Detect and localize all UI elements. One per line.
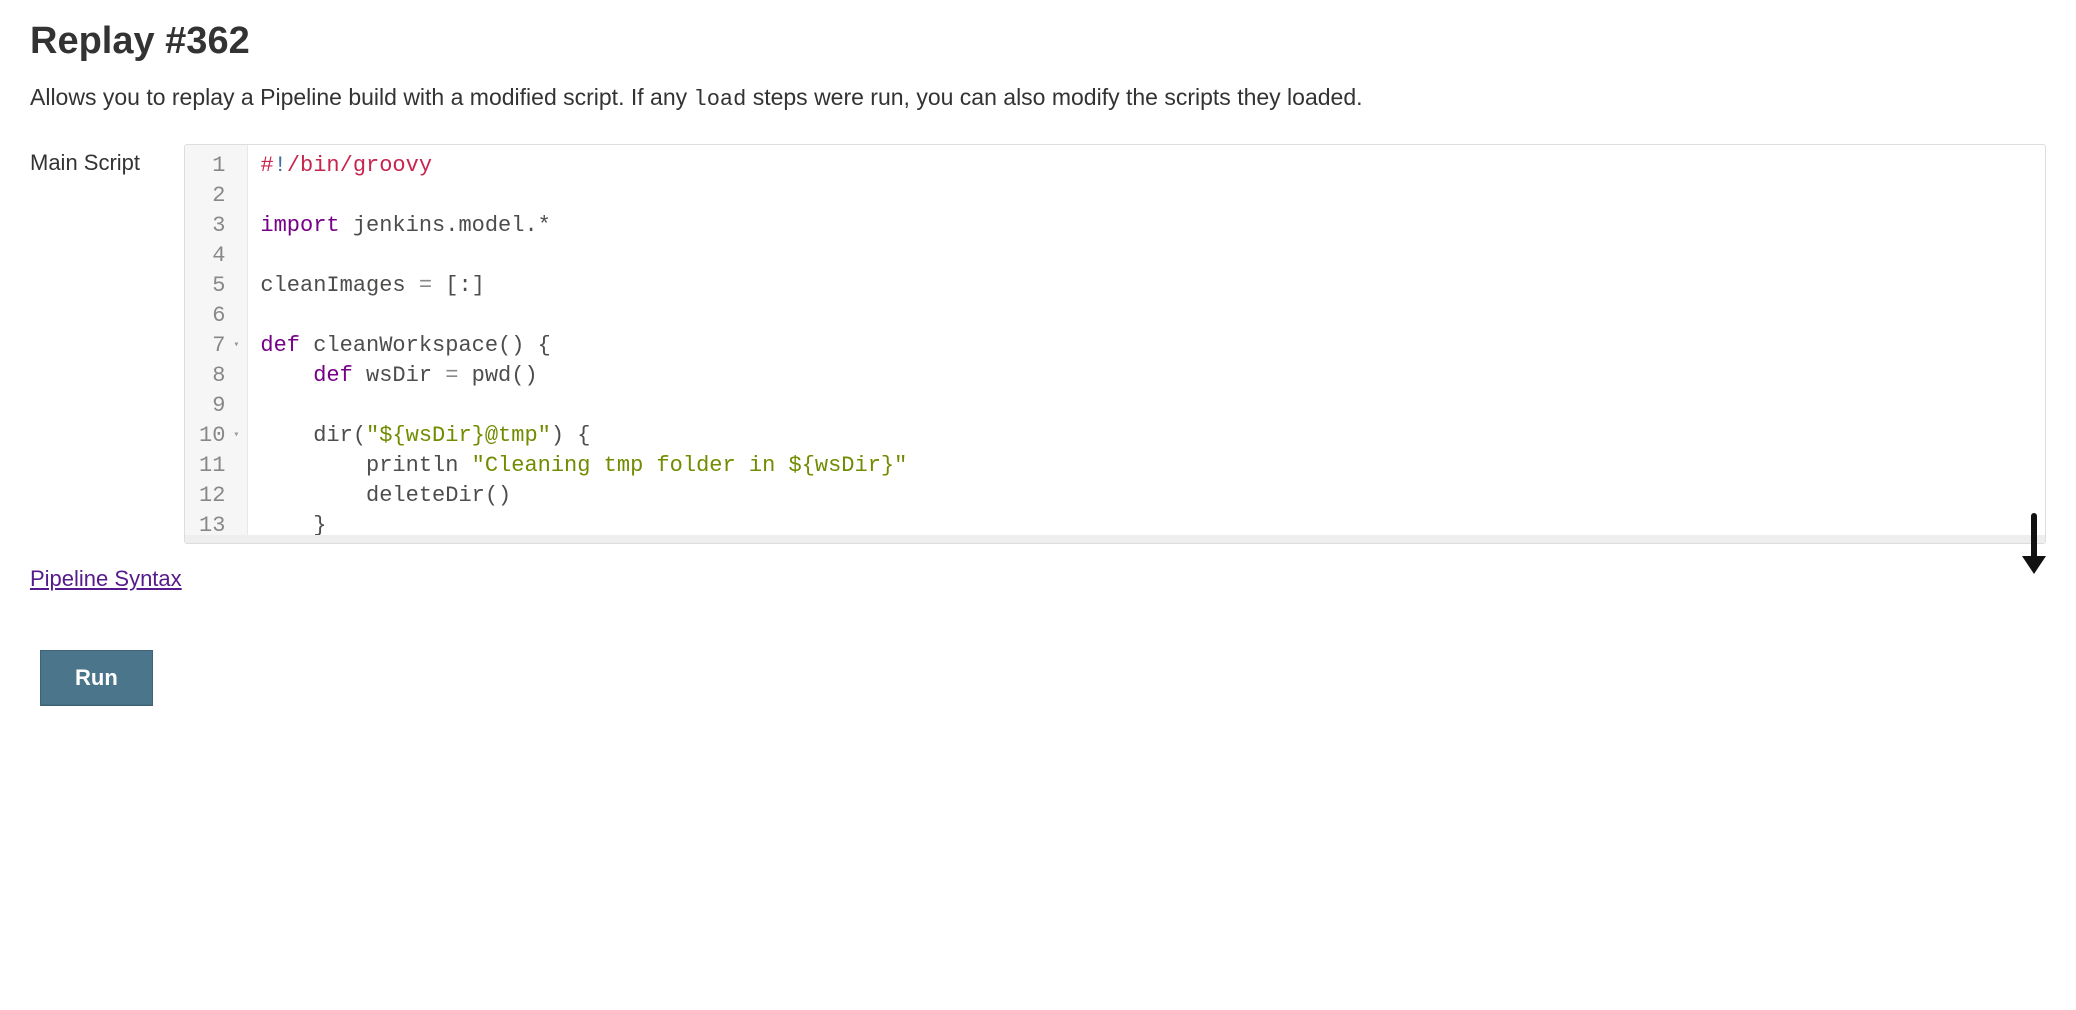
editor-scrollbar-track[interactable] bbox=[185, 535, 2045, 543]
fold-toggle-icon[interactable]: ▾ bbox=[229, 339, 239, 353]
code-line[interactable]: cleanImages = [:] bbox=[260, 271, 2033, 301]
main-script-row: Main Script 1234567▾8910▾111213 #!/bin/g… bbox=[30, 144, 2046, 544]
editor-gutter: 1234567▾8910▾111213 bbox=[185, 145, 248, 543]
line-number: 3 bbox=[199, 211, 239, 241]
run-button[interactable]: Run bbox=[40, 650, 153, 706]
code-line[interactable]: deleteDir() bbox=[260, 481, 2033, 511]
code-line[interactable]: dir("${wsDir}@tmp") { bbox=[260, 421, 2033, 451]
pipeline-syntax-link[interactable]: Pipeline Syntax bbox=[30, 566, 182, 591]
code-line[interactable]: def cleanWorkspace() { bbox=[260, 331, 2033, 361]
line-number: 8 bbox=[199, 361, 239, 391]
description-text-pre: Allows you to replay a Pipeline build wi… bbox=[30, 84, 694, 110]
line-number: 1 bbox=[199, 151, 239, 181]
description-text-post: steps were run, you can also modify the … bbox=[746, 84, 1362, 110]
code-line[interactable] bbox=[260, 301, 2033, 331]
line-number: 6 bbox=[199, 301, 239, 331]
code-line[interactable] bbox=[260, 391, 2033, 421]
code-line[interactable] bbox=[260, 241, 2033, 271]
main-script-label: Main Script bbox=[30, 144, 160, 176]
code-line[interactable]: #!/bin/groovy bbox=[260, 151, 2033, 181]
description-code: load bbox=[694, 87, 747, 112]
code-line[interactable]: println "Cleaning tmp folder in ${wsDir}… bbox=[260, 451, 2033, 481]
code-line[interactable]: import jenkins.model.* bbox=[260, 211, 2033, 241]
page-title: Replay #362 bbox=[30, 20, 2046, 63]
line-number: 12 bbox=[199, 481, 239, 511]
editor-code[interactable]: #!/bin/groovy import jenkins.model.* clean… bbox=[248, 145, 2045, 543]
page-description: Allows you to replay a Pipeline build wi… bbox=[30, 81, 2046, 116]
line-number: 10▾ bbox=[199, 421, 239, 451]
fold-toggle-icon[interactable]: ▾ bbox=[229, 429, 239, 443]
line-number: 9 bbox=[199, 391, 239, 421]
line-number: 7▾ bbox=[199, 331, 239, 361]
code-line[interactable] bbox=[260, 181, 2033, 211]
line-number: 11 bbox=[199, 451, 239, 481]
script-editor[interactable]: 1234567▾8910▾111213 #!/bin/groovyimport … bbox=[184, 144, 2046, 544]
line-number: 2 bbox=[199, 181, 239, 211]
line-number: 5 bbox=[199, 271, 239, 301]
code-line[interactable]: def wsDir = pwd() bbox=[260, 361, 2033, 391]
line-number: 4 bbox=[199, 241, 239, 271]
